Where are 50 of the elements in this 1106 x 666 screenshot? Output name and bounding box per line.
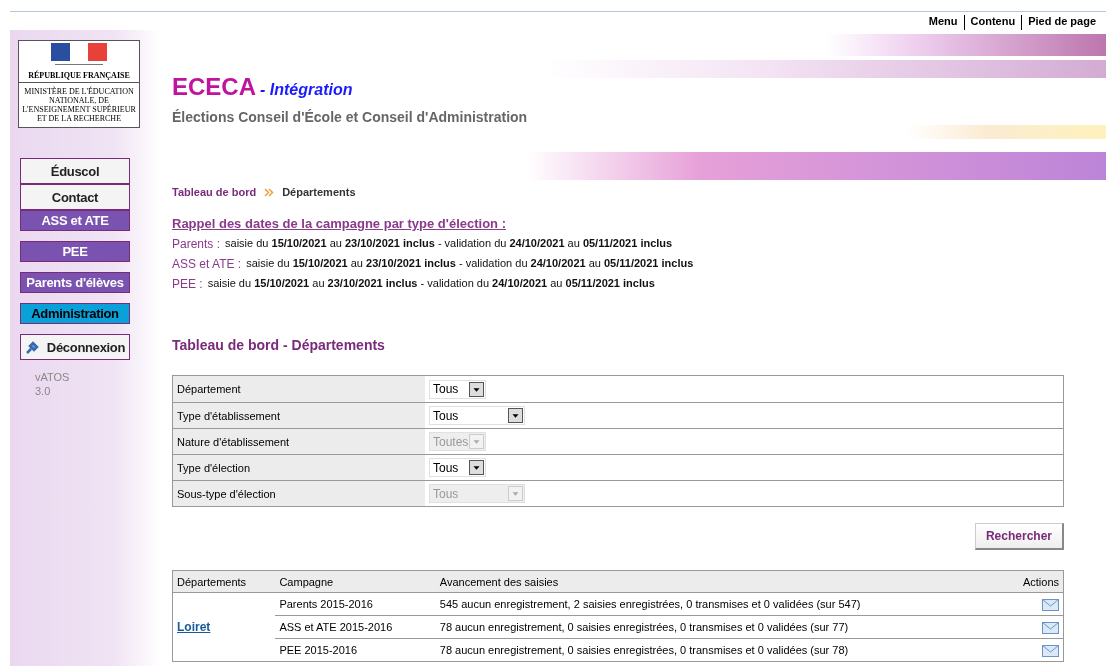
column-header: Actions	[1004, 570, 1064, 593]
ministry-text: MINISTÈRE DE L'ÉDUCATION NATIONALE, DE L'ENSEIGNEMENT SUPÉRIEUR ET DE LA RECHERCHE	[21, 85, 137, 125]
app-name: ECECA	[172, 73, 256, 101]
republic-text: RÉPUBLIQUE FRANÇAISE	[28, 71, 130, 80]
election-type-label: ASS et ATE :	[172, 257, 242, 271]
envelope-icon[interactable]	[1042, 621, 1059, 634]
plug-icon	[24, 339, 41, 355]
filter-select[interactable]: Tous	[429, 458, 486, 477]
campaign-dates: saisie du 15/10/2021 au 23/10/2021 inclus - validation du 24/10/2021 au 05/11/2021 inclus	[246, 257, 694, 271]
column-header: Avancement des saisies	[435, 570, 1005, 593]
sidebar-item[interactable]: Contact	[20, 184, 130, 210]
section-title: Tableau de bord - Départements	[172, 337, 386, 353]
campaign-cell: PEE 2015-2016	[275, 638, 436, 662]
filter-select[interactable]: Tous	[429, 379, 486, 399]
progress-cell: 78 aucun enregistrement, 0 saisies enregistrées, 0 transmises et 0 validées (sur 78)	[435, 638, 1005, 662]
sidebar-item[interactable]: ASS et ATE	[20, 210, 130, 231]
campaign-cell: ASS et ATE 2015-2016	[275, 615, 436, 639]
version-text: vATOS	[34, 370, 71, 384]
sidebar-item[interactable]: Déconnexion	[20, 334, 130, 360]
column-header: Campagne	[275, 570, 436, 593]
campaign-dates: saisie du 15/10/2021 au 23/10/2021 inclus - validation du 24/10/2021 au 05/11/2021 inclus	[225, 237, 673, 251]
filter-label: Département	[173, 376, 425, 402]
search-button[interactable]: Rechercher	[974, 523, 1064, 550]
breadcrumb-link[interactable]: Tableau de bord	[172, 186, 257, 198]
top-link[interactable]: Menu	[922, 15, 964, 30]
environment-label: - Intégration	[260, 81, 353, 99]
version-text: 3.0	[34, 384, 52, 398]
election-type-label: Parents :	[172, 237, 221, 251]
campaign-cell: Parents 2015-2016	[275, 592, 436, 616]
progress-cell: 78 aucun enregistrement, 0 saisies enregistrées, 0 transmises et 0 validées (sur 77)	[435, 615, 1005, 639]
campaign-dates: saisie du 15/10/2021 au 23/10/2021 inclus - validation du 24/10/2021 au 05/11/2021 inclus	[207, 277, 655, 291]
envelope-icon[interactable]	[1042, 598, 1059, 611]
sidebar-item[interactable]: Éduscol	[20, 158, 130, 184]
reminder-title: Rappel des dates de la campagne par type d'élection :	[172, 216, 507, 231]
sidebar-item[interactable]: PEE	[20, 241, 130, 262]
app-subtitle: Élections Conseil d'École et Conseil d'Administration	[172, 109, 529, 125]
filter-select[interactable]: Tous	[429, 406, 525, 425]
envelope-icon[interactable]	[1042, 644, 1059, 657]
progress-cell: 545 aucun enregistrement, 2 saisies enregistrées, 0 transmises et 0 validées (sur 547)	[435, 592, 1005, 616]
filter-label: Type d'élection	[173, 455, 425, 480]
filter-label: Sous-type d'élection	[173, 481, 425, 506]
column-header: Départements	[172, 570, 276, 593]
sidebar-item[interactable]: Parents d'élèves	[20, 272, 130, 293]
chevron-icon	[264, 187, 275, 197]
election-type-label: PEE :	[172, 277, 203, 291]
department-link[interactable]: Loiret	[177, 620, 211, 634]
filter-label: Type d'établissement	[173, 403, 425, 428]
current-page-label: Départements	[282, 186, 356, 198]
sidebar-item[interactable]: Administration	[20, 303, 130, 324]
filter-label: Nature d'établissement	[173, 429, 425, 454]
